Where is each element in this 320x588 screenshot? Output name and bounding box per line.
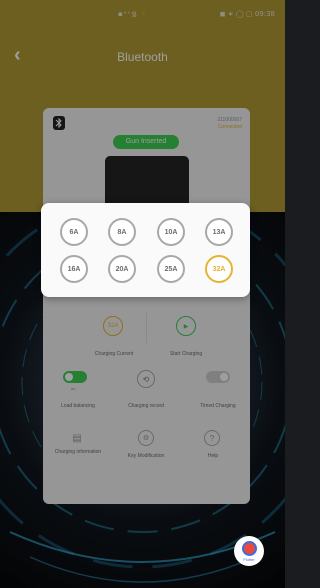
current-option-16a[interactable]: 16A bbox=[60, 255, 88, 283]
current-option-32a[interactable]: 32A bbox=[205, 255, 233, 283]
current-option-25a[interactable]: 25A bbox=[157, 255, 185, 283]
flutter-fab[interactable]: Flutter bbox=[234, 536, 264, 566]
current-selector-popup: 6A 8A 10A 13A 16A 20A 25A 32A bbox=[41, 203, 250, 297]
current-option-13a[interactable]: 13A bbox=[205, 218, 233, 246]
flutter-icon bbox=[241, 540, 257, 556]
current-option-20a[interactable]: 20A bbox=[108, 255, 136, 283]
current-option-10a[interactable]: 10A bbox=[157, 218, 185, 246]
current-option-8a[interactable]: 8A bbox=[108, 218, 136, 246]
current-option-6a[interactable]: 6A bbox=[60, 218, 88, 246]
fab-label: Flutter bbox=[243, 556, 255, 562]
